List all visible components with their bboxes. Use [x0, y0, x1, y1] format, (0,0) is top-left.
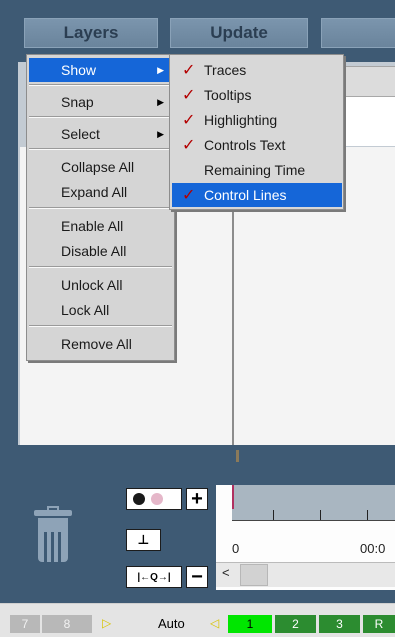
split-marker-button[interactable]: ⊥ [126, 529, 161, 551]
check-icon: ✓ [182, 112, 196, 129]
playhead[interactable] [232, 485, 234, 509]
menu-separator [29, 207, 172, 209]
submenu-item-label: Highlighting [204, 112, 278, 128]
page-button-8[interactable]: 8 [42, 615, 92, 633]
submenu-item-label: Control Lines [204, 187, 287, 203]
check-icon: ✓ [182, 87, 196, 104]
lock-icon [133, 493, 145, 505]
submenu-item-label: Remaining Time [204, 162, 306, 178]
menu-separator [29, 84, 172, 86]
panel-header-field [344, 96, 395, 146]
menu-item-expand-all[interactable]: Expand All [29, 180, 172, 204]
menu-separator [29, 148, 172, 150]
menu-item-unlock-all[interactable]: Unlock All [29, 273, 172, 297]
menu-separator [29, 116, 172, 118]
check-icon: ✓ [182, 62, 196, 79]
scroll-thumb[interactable] [240, 564, 268, 586]
submenu-item-highlighting[interactable]: ✓ Highlighting [172, 108, 342, 132]
submenu-item-label: Controls Text [204, 137, 286, 153]
page-button-r[interactable]: R [363, 615, 395, 633]
trash-icon[interactable] [34, 506, 72, 562]
menu-item-enable-all[interactable]: Enable All [29, 214, 172, 238]
menu-item-select[interactable]: Select ▶ [29, 122, 172, 146]
page-button-7[interactable]: 7 [10, 615, 40, 633]
submenu-arrow-icon: ▶ [157, 128, 164, 139]
submenu-arrow-icon: ▶ [157, 96, 164, 107]
layers-tab-button[interactable]: Layers [24, 18, 158, 48]
timeline[interactable]: 0 00:0 < [216, 485, 395, 590]
check-icon: ✓ [182, 187, 196, 204]
update-button[interactable]: Update [170, 18, 308, 48]
timeline-scrollbar[interactable]: < [216, 562, 395, 587]
panel-header-strip [344, 66, 395, 96]
play-icon[interactable]: ▷ [102, 616, 111, 630]
layers-context-menu: Show ▶ Snap ▶ Select ▶ Collapse All Expa… [26, 54, 175, 361]
menu-item-label: Select [61, 126, 100, 142]
show-submenu: ✓ Traces ✓ Tooltips ✓ Highlighting ✓ Con… [169, 54, 344, 210]
menu-item-remove-all[interactable]: Remove All [29, 332, 172, 356]
menu-item-disable-all[interactable]: Disable All [29, 239, 172, 263]
status-bar: 7 8 ▷ Auto ◁ 1 2 3 R [0, 603, 395, 637]
scroll-left-icon[interactable]: < [222, 565, 230, 580]
menu-item-collapse-all[interactable]: Collapse All [29, 155, 172, 179]
submenu-arrow-icon: ▶ [157, 64, 164, 75]
auto-label[interactable]: Auto [158, 616, 185, 631]
submenu-item-label: Tooltips [204, 87, 252, 103]
lock-visibility-toggle[interactable] [126, 488, 182, 510]
submenu-item-traces[interactable]: ✓ Traces [172, 58, 342, 82]
timeline-time-label: 00:0 [360, 541, 386, 556]
hidden-lock-icon [151, 493, 163, 505]
menu-item-label: Show [61, 62, 97, 78]
menu-separator [29, 266, 172, 268]
page-button-2[interactable]: 2 [275, 615, 316, 633]
page-button-1[interactable]: 1 [228, 615, 272, 633]
submenu-item-tooltips[interactable]: ✓ Tooltips [172, 83, 342, 107]
menu-item-snap[interactable]: Snap ▶ [29, 90, 172, 114]
zoom-fit-button[interactable]: |←Q→| [126, 566, 182, 588]
menu-item-lock-all[interactable]: Lock All [29, 298, 172, 322]
submenu-item-control-lines[interactable]: ✓ Control Lines [172, 183, 342, 207]
timeline-start-label: 0 [232, 541, 240, 556]
submenu-item-label: Traces [204, 62, 247, 78]
extra-tab-button[interactable] [321, 18, 395, 48]
previous-icon[interactable]: ◁ [210, 616, 219, 630]
menu-item-label: Snap [61, 94, 94, 110]
position-marker [236, 450, 239, 462]
menu-item-show[interactable]: Show ▶ [29, 58, 172, 82]
menu-separator [29, 325, 172, 327]
check-icon: ✓ [182, 137, 196, 154]
submenu-item-controls-text[interactable]: ✓ Controls Text [172, 133, 342, 157]
submenu-item-remaining-time[interactable]: Remaining Time [172, 158, 342, 182]
page-button-3[interactable]: 3 [319, 615, 360, 633]
timeline-ruler[interactable] [232, 485, 395, 521]
zoom-out-button[interactable]: − [186, 566, 208, 588]
zoom-in-button[interactable]: + [186, 488, 208, 510]
